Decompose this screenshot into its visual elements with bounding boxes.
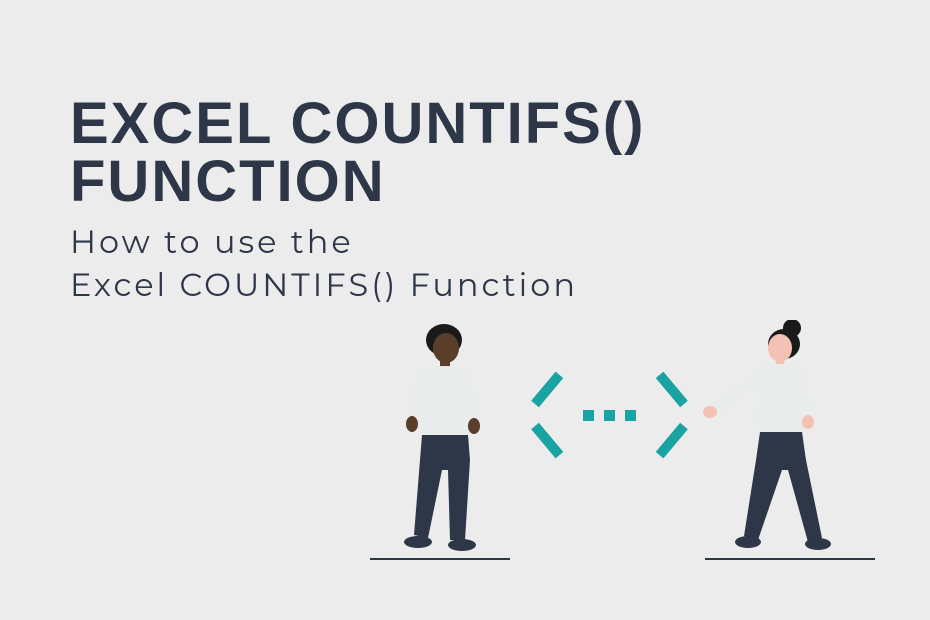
- subtitle-line-2: Excel COUNTIFS() Function: [70, 266, 578, 305]
- dot-icon: [625, 410, 636, 421]
- dot-icon: [604, 410, 615, 421]
- dots-icon: [583, 410, 636, 421]
- person-right-icon: [690, 320, 850, 560]
- illustration: [330, 310, 910, 590]
- chevron-left-icon: [535, 385, 565, 445]
- subtitle-line-1: How to use the: [70, 223, 354, 262]
- chevron-right-icon: [654, 385, 684, 445]
- person-left-icon: [370, 320, 510, 560]
- arrows-icon: [535, 385, 684, 445]
- dot-icon: [583, 410, 594, 421]
- page-title: EXCEL COUNTIFS() FUNCTION: [70, 95, 860, 211]
- content-area: EXCEL COUNTIFS() FUNCTION How to use the…: [0, 0, 930, 307]
- ground-line-right: [705, 558, 875, 560]
- page-subtitle: How to use the Excel COUNTIFS() Function: [70, 221, 860, 307]
- ground-line-left: [370, 558, 510, 560]
